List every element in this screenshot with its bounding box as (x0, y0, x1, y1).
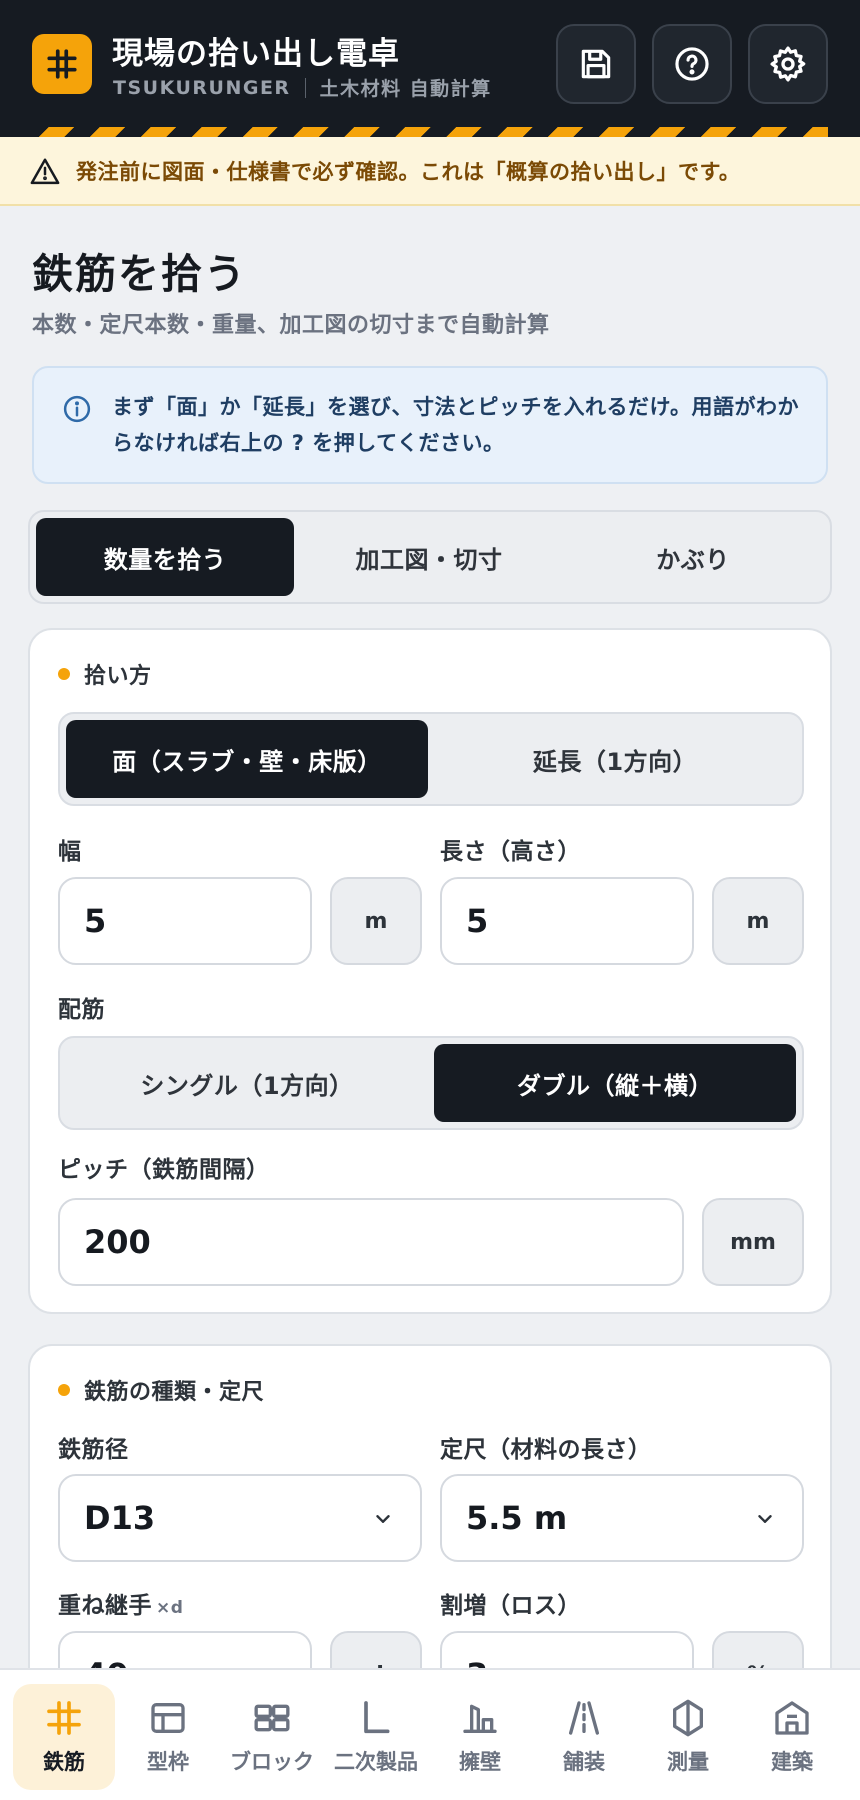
nav-survey[interactable]: 測量 (637, 1684, 739, 1790)
section-dot (58, 668, 70, 680)
app-subtitle: TSUKURUNGER 土木材料 自動計算 (113, 74, 492, 101)
survey-icon (673, 1699, 703, 1737)
stock-length-select[interactable]: 5.5 m (440, 1474, 804, 1562)
width-unit: m (330, 877, 422, 965)
lap-label-text: 重ね継手 (58, 1593, 152, 1619)
option-double[interactable]: ダブル（縦＋横） (434, 1044, 796, 1122)
option-area[interactable]: 面（スラブ・壁・床版） (66, 720, 428, 798)
nav-building[interactable]: 建築 (741, 1684, 843, 1790)
info-text: まず「面」か「延長」を選び、寸法とピッチを入れるだけ。用語がわからなければ右上の… (112, 395, 799, 455)
app-logo (32, 34, 92, 94)
section-dot (58, 1384, 70, 1396)
nav-label: 型枠 (147, 1750, 189, 1774)
help-button[interactable] (652, 24, 732, 104)
block-icon (254, 1704, 290, 1732)
formwork-icon (151, 1703, 185, 1733)
divider (304, 77, 306, 98)
length-input[interactable]: 5 (440, 877, 694, 965)
warning-icon (30, 158, 60, 184)
mode-tabs: 数量を拾う 加工図・切寸 かぶり (28, 510, 832, 604)
hazard-stripe (32, 127, 828, 137)
length-label: 長さ（高さ） (440, 839, 581, 865)
tab-cover[interactable]: かぶり (564, 518, 822, 596)
page-subtitle: 本数・定尺本数・重量、加工図の切寸まで自動計算 (32, 313, 550, 338)
method-section-label: 拾い方 (58, 658, 152, 690)
diameter-label: 鉄筋径 (58, 1437, 129, 1463)
width-label: 幅 (58, 839, 82, 865)
retaining-wall-icon (463, 1704, 497, 1733)
diameter-value: D13 (84, 1499, 156, 1537)
nav-label: 二次製品 (334, 1750, 418, 1774)
chevron-down-icon (376, 1515, 390, 1523)
page-title: 鉄筋を拾う (32, 250, 247, 298)
loss-label: 割増（ロス） (440, 1593, 581, 1619)
arrangement-label: 配筋 (58, 997, 105, 1023)
app-title: 現場の拾い出し電卓 (112, 36, 400, 72)
nav-formwork[interactable]: 型枠 (117, 1684, 219, 1790)
l-shape-icon (364, 1701, 390, 1734)
diameter-select[interactable]: D13 (58, 1474, 422, 1562)
nav-label: 擁壁 (459, 1750, 501, 1774)
nav-block[interactable]: ブロック (221, 1684, 323, 1790)
nav-label: 舗装 (563, 1750, 605, 1774)
method-section-text: 拾い方 (84, 664, 152, 689)
arrangement-toggle: シングル（1方向） ダブル（縦＋横） (58, 1036, 804, 1130)
nav-label: ブロック (230, 1750, 314, 1774)
info-icon (63, 395, 91, 423)
warning-text: 発注前に図面・仕様書で必ず確認。これは「概算の拾い出し」です。 (76, 159, 741, 184)
rebar-section-label: 鉄筋の種類・定尺 (58, 1374, 264, 1406)
warning-banner: 発注前に図面・仕様書で必ず確認。これは「概算の拾い出し」です。 (0, 137, 860, 206)
settings-button[interactable] (748, 24, 828, 104)
pitch-label: ピッチ（鉄筋間隔） (58, 1157, 270, 1183)
chevron-down-icon (758, 1515, 772, 1523)
building-icon (775, 1701, 809, 1735)
nav-label: 建築 (771, 1750, 813, 1774)
gear-icon (770, 46, 806, 82)
pitch-input[interactable]: 200 (58, 1198, 684, 1286)
app-tagline: 土木材料 自動計算 (319, 78, 492, 100)
bottom-nav: 鉄筋 型枠 ブロック 二次製品 擁壁 舗装 測量 建築 (0, 1668, 860, 1800)
lap-hint: ×d (156, 1598, 184, 1618)
app-header: 現場の拾い出し電卓 TSUKURUNGER 土木材料 自動計算 (0, 0, 860, 137)
stock-label: 定尺（材料の長さ） (440, 1437, 652, 1463)
method-card: 拾い方 面（スラブ・壁・床版） 延長（1方向） 幅 長さ（高さ） 5 m 5 m… (28, 628, 832, 1314)
tab-quantity[interactable]: 数量を拾う (36, 518, 294, 596)
pitch-unit: mm (702, 1198, 804, 1286)
option-single[interactable]: シングル（1方向） (66, 1044, 428, 1122)
brand-name: TSUKURUNGER (113, 76, 291, 99)
save-button[interactable] (556, 24, 636, 104)
hash-icon (47, 49, 77, 79)
nav-paving[interactable]: 舗装 (533, 1684, 635, 1790)
width-input[interactable]: 5 (58, 877, 312, 965)
nav-retaining-wall[interactable]: 擁壁 (429, 1684, 531, 1790)
save-icon (581, 49, 611, 79)
length-unit: m (712, 877, 804, 965)
nav-label: 鉄筋 (43, 1750, 85, 1774)
method-toggle: 面（スラブ・壁・床版） 延長（1方向） (58, 712, 804, 806)
nav-label: 測量 (667, 1750, 709, 1774)
road-icon (569, 1701, 599, 1735)
rebar-section-text: 鉄筋の種類・定尺 (84, 1380, 265, 1405)
nav-rebar[interactable]: 鉄筋 (13, 1684, 115, 1790)
help-icon (675, 47, 709, 81)
info-box: まず「面」か「延長」を選び、寸法とピッチを入れるだけ。用語がわからなければ右上の… (32, 366, 828, 484)
lap-label: 重ね継手 ×d (58, 1586, 183, 1620)
option-linear[interactable]: 延長（1方向） (434, 720, 796, 798)
tab-cutting[interactable]: 加工図・切寸 (300, 518, 558, 596)
hash-icon (47, 1701, 81, 1735)
nav-precast[interactable]: 二次製品 (325, 1684, 427, 1790)
stock-value: 5.5 m (466, 1499, 568, 1537)
